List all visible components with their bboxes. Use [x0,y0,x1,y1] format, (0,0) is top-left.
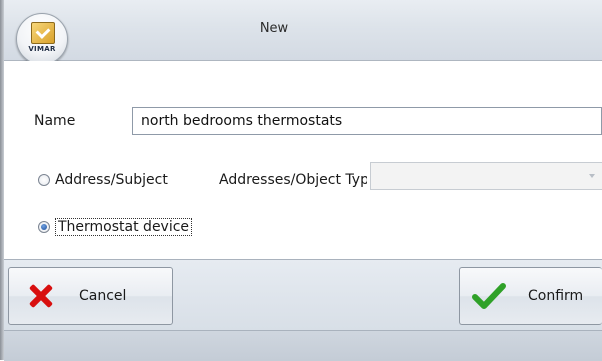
radio-address-label: Address/Subject [55,172,168,188]
name-label: Name [34,113,76,129]
window-title: New [259,21,289,36]
app-menu-button[interactable]: VIMAR [16,13,68,65]
radio-thermostat-dot[interactable] [38,221,50,233]
close-x-icon [29,284,53,308]
radio-thermostat-device[interactable]: Thermostat device [38,218,193,236]
cancel-label: Cancel [79,288,127,304]
logo-text: VIMAR [28,45,56,53]
cancel-button[interactable]: Cancel [8,267,173,325]
checkmark-icon [472,283,506,309]
addresses-object-dropdown[interactable] [370,162,602,190]
radio-thermostat-label: Thermostat device [55,218,193,236]
form-area: Name Address/Subject Addresses/Object Ty… [4,61,602,261]
radio-address-dot[interactable] [38,174,50,186]
title-bar[interactable]: New VIMAR [4,0,602,65]
confirm-button[interactable]: Confirm [459,267,602,325]
chevron-down-icon [589,174,595,178]
addresses-object-label: Addresses/Object Type [219,172,367,188]
name-field[interactable] [132,107,602,135]
button-bar: Cancel Confirm [4,259,602,330]
confirm-label: Confirm [528,288,584,304]
radio-address-subject[interactable]: Address/Subject [38,172,168,188]
dialog-window: New VIMAR Name Address/Subject Addresses… [0,0,602,361]
status-bar [4,330,602,361]
vimar-logo-icon [31,22,55,44]
